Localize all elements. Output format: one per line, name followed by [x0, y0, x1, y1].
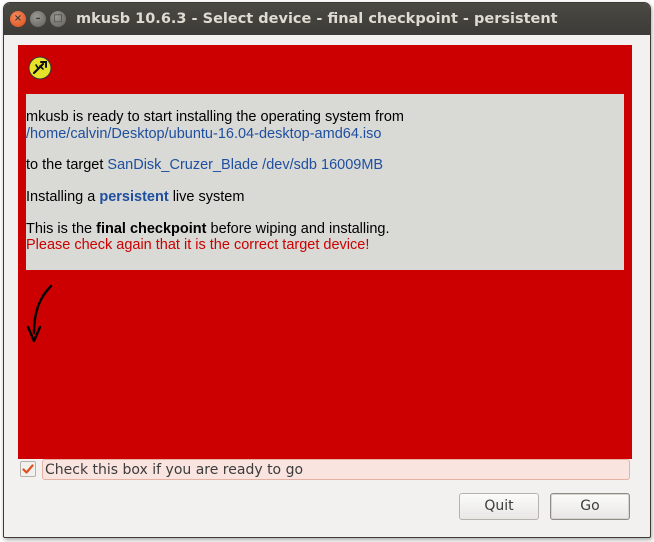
ready-message: mkusb is ready to start installing the o…: [26, 109, 404, 125]
install-prefix: Installing a: [26, 189, 100, 205]
go-button[interactable]: Go: [550, 493, 630, 520]
title-bar[interactable]: × – □ mkusb 10.6.3 - Select device - fin…: [4, 3, 650, 35]
final-bold: final checkpoint: [96, 221, 207, 237]
checkmark-icon: [22, 464, 34, 474]
confirm-row: Check this box if you are ready to go: [18, 458, 632, 482]
install-mode: persistent: [99, 189, 169, 205]
usb-icon: [28, 56, 52, 80]
iso-path: /home/calvin/Desktop/ubuntu-16.04-deskto…: [26, 126, 382, 142]
curved-arrow-down-icon: [26, 284, 53, 343]
final-suffix: before wiping and installing.: [206, 221, 390, 237]
ready-checkbox-label: Check this box if you are ready to go: [45, 462, 304, 478]
info-box: mkusb is ready to start installing the o…: [26, 94, 624, 270]
target-device: SanDisk_Cruzer_Blade /dev/sdb 16009MB: [107, 157, 384, 173]
final-checkpoint-line: This is the final checkpoint before wipi…: [26, 221, 389, 237]
install-suffix: live system: [168, 189, 245, 205]
window-title: mkusb 10.6.3 - Select device - final che…: [76, 11, 558, 27]
dialog-window: × – □ mkusb 10.6.3 - Select device - fin…: [3, 2, 651, 538]
target-prefix: to the target: [26, 157, 108, 173]
target-line: to the target SanDisk_Cruzer_Blade /dev/…: [26, 157, 383, 173]
final-prefix: This is the: [26, 221, 97, 237]
warning-message: Please check again that it is the correc…: [26, 237, 370, 253]
minimize-window-button[interactable]: –: [30, 11, 46, 27]
ready-label-box[interactable]: Check this box if you are ready to go: [42, 459, 630, 480]
install-line: Installing a persistent live system: [26, 189, 244, 205]
close-window-button[interactable]: ×: [10, 11, 26, 27]
ready-checkbox[interactable]: [20, 461, 36, 477]
checkpoint-panel: mkusb is ready to start installing the o…: [18, 45, 632, 459]
quit-button[interactable]: Quit: [459, 493, 539, 520]
maximize-window-button[interactable]: □: [50, 11, 66, 27]
